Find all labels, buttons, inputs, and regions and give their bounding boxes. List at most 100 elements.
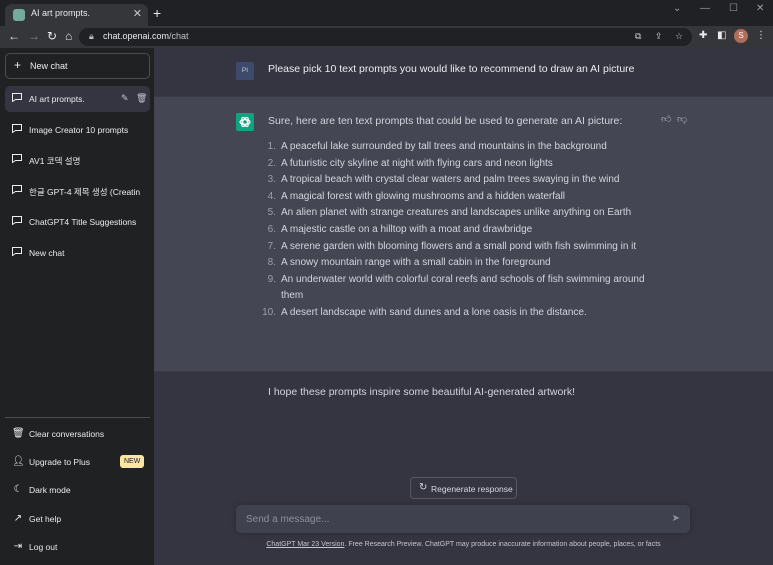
list-item: 7. A serene garden with blooming flowers … xyxy=(254,239,654,256)
list-text: A majestic castle on a hilltop with a mo… xyxy=(281,223,533,235)
thumbs-down-icon[interactable]: 👎︎ xyxy=(677,113,687,125)
chat-bubble-icon xyxy=(12,185,22,194)
list-number: 2. xyxy=(267,157,276,169)
list-number: 5. xyxy=(267,207,276,219)
list-text: A tropical beach with crystal clear wate… xyxy=(281,174,620,186)
conversation-label: AI art prompts. xyxy=(29,94,85,104)
extensions-puzzle-icon[interactable]: ✚ xyxy=(699,30,707,41)
version-link[interactable]: ChatGPT Mar 23 Version xyxy=(266,541,344,548)
chat-bubble-icon xyxy=(12,216,22,225)
conversation-label: ChatGPT4 Title Suggestions xyxy=(29,217,137,227)
new-chat-button[interactable]: + New chat xyxy=(5,53,150,79)
moon-icon: ☾ xyxy=(13,484,23,495)
dark-mode-toggle[interactable]: ☾ Dark mode xyxy=(5,478,150,502)
trash-icon: 🗑︎ xyxy=(12,428,25,439)
list-text: A peaceful lake surrounded by tall trees… xyxy=(281,141,607,152)
side-panel-icon[interactable]: ◧ xyxy=(717,30,726,41)
chat-bubble-icon xyxy=(12,124,22,133)
openai-favicon-icon xyxy=(13,9,25,21)
message-composer: ➤ xyxy=(236,505,690,533)
maximize-button[interactable]: ☐ xyxy=(729,3,738,14)
footer-disclaimer: ChatGPT Mar 23 Version. Free Research Pr… xyxy=(154,541,773,548)
tab-close-icon[interactable]: ✕ xyxy=(133,7,142,20)
clear-conversations-button[interactable]: 🗑︎ Clear conversations xyxy=(5,422,150,446)
chat-bubble-icon xyxy=(12,247,22,256)
share-icon[interactable]: ⇪ xyxy=(655,31,663,42)
tab-search-chevron-icon[interactable]: ⌄ xyxy=(673,3,681,14)
lock-icon[interactable]: 🔒︎ xyxy=(89,31,94,42)
browser-tab[interactable]: AI art prompts. ✕ xyxy=(5,4,148,26)
conversation-item[interactable]: New chat xyxy=(5,240,150,266)
user-message: PI Please pick 10 text prompts you would… xyxy=(154,48,773,96)
forward-arrow-icon[interactable]: → xyxy=(28,29,40,43)
list-text: An alien planet with strange creatures a… xyxy=(281,207,632,219)
log-out-button[interactable]: ⇥ Log out xyxy=(5,535,150,559)
conversation-item[interactable]: ChatGPT4 Title Suggestions xyxy=(5,209,150,235)
conversation-item[interactable]: AV1 코덱 설명 xyxy=(5,147,150,173)
bookmark-star-icon[interactable]: ☆ xyxy=(675,31,683,42)
conversation-item[interactable]: Image Creator 10 prompts xyxy=(5,117,150,143)
translate-icon[interactable]: ⧉ xyxy=(635,31,641,42)
list-item: 9. An underwater world with colorful cora… xyxy=(254,272,654,305)
assistant-intro-text: Sure, here are ten text prompts that cou… xyxy=(268,115,623,127)
list-item: 8. A snowy mountain range with a small ca… xyxy=(254,255,654,272)
refresh-icon: ↻ xyxy=(419,482,428,493)
conversation-label: Image Creator 10 prompts xyxy=(29,125,129,135)
reload-icon[interactable]: ↻ xyxy=(47,29,57,43)
list-number: 10. xyxy=(262,306,276,318)
list-number: 8. xyxy=(267,257,276,269)
address-bar[interactable]: 🔒︎ chat.openai.com/chat ⧉ ⇪ ☆ xyxy=(79,28,692,46)
list-text: A serene garden with blooming flowers an… xyxy=(281,240,637,252)
list-item: 10. A desert landscape with sand dunes an… xyxy=(254,305,654,322)
close-window-button[interactable]: ✕ xyxy=(756,3,764,14)
list-item: 4. A magical forest with glowing mushroom… xyxy=(254,189,654,206)
footer-text: . Free Research Preview. ChatGPT may pro… xyxy=(344,541,661,548)
log-out-label: Log out xyxy=(29,542,58,552)
new-tab-button[interactable]: + xyxy=(153,5,161,21)
external-link-icon: ↗ xyxy=(13,513,23,524)
profile-avatar[interactable]: S xyxy=(734,29,748,43)
conversation-item-active[interactable]: AI art prompts. ✎ 🗑︎ xyxy=(5,86,150,112)
thumbs-up-icon[interactable]: 👍︎ xyxy=(661,113,671,125)
upgrade-label: Upgrade to Plus xyxy=(29,457,90,467)
regenerate-response-button[interactable]: ↻ Regenerate response xyxy=(410,477,517,499)
url-text: chat.openai.com/chat xyxy=(103,31,189,41)
list-text: A futuristic city skyline at night with … xyxy=(281,157,553,169)
list-number: 4. xyxy=(267,190,276,202)
back-arrow-icon[interactable]: ← xyxy=(8,29,20,43)
upgrade-to-plus-button[interactable]: 👤︎ Upgrade to Plus NEW xyxy=(5,450,150,474)
clear-conversations-label: Clear conversations xyxy=(29,429,105,439)
list-item: 5. An alien planet with strange creatures… xyxy=(254,205,654,222)
assistant-outro-text: I hope these prompts inspire some beauti… xyxy=(268,386,576,398)
list-text: An underwater world with colorful coral … xyxy=(281,273,645,302)
send-icon[interactable]: ➤ xyxy=(672,513,680,524)
user-message-text: Please pick 10 text prompts you would li… xyxy=(268,63,635,75)
message-input[interactable] xyxy=(236,505,656,533)
list-number: 1. xyxy=(267,141,276,152)
list-number: 3. xyxy=(267,174,276,186)
edit-pencil-icon[interactable]: ✎ xyxy=(121,93,129,104)
new-badge: NEW xyxy=(120,455,145,468)
home-icon[interactable]: ⌂ xyxy=(65,29,72,43)
conversation-item[interactable]: 한글 GPT-4 제목 생성 (Creatin xyxy=(5,178,150,204)
minimize-button[interactable]: — xyxy=(700,3,710,14)
tab-strip: AI art prompts. ✕ + ⌄ — ☐ ✕ xyxy=(0,0,773,26)
list-number: 6. xyxy=(267,223,276,235)
url-host: chat.openai.com xyxy=(103,31,170,41)
prompt-list: 1. A peaceful lake surrounded by tall tre… xyxy=(254,139,654,322)
tab-title: AI art prompts. xyxy=(31,8,91,18)
chat-main: PI Please pick 10 text prompts you would… xyxy=(154,48,773,565)
conversation-label: New chat xyxy=(29,248,65,258)
get-help-link[interactable]: ↗ Get help xyxy=(5,507,150,531)
list-item: 2. A futuristic city skyline at night wit… xyxy=(254,156,654,173)
new-chat-label: New chat xyxy=(30,61,68,71)
list-text: A magical forest with glowing mushrooms … xyxy=(281,190,566,202)
delete-trash-icon[interactable]: 🗑︎ xyxy=(136,93,147,104)
logout-icon: ⇥ xyxy=(13,541,23,552)
list-item: 1. A peaceful lake surrounded by tall tre… xyxy=(254,139,654,156)
chat-bubble-icon xyxy=(12,154,22,163)
browser-menu-icon[interactable]: ⋮ xyxy=(756,30,766,41)
sidebar: + New chat AI art prompts. ✎ 🗑︎ Image Cr… xyxy=(0,48,154,565)
get-help-label: Get help xyxy=(29,514,62,524)
browser-toolbar: ← → ↻ ⌂ 🔒︎ chat.openai.com/chat ⧉ ⇪ ☆ ✚ … xyxy=(0,26,773,48)
